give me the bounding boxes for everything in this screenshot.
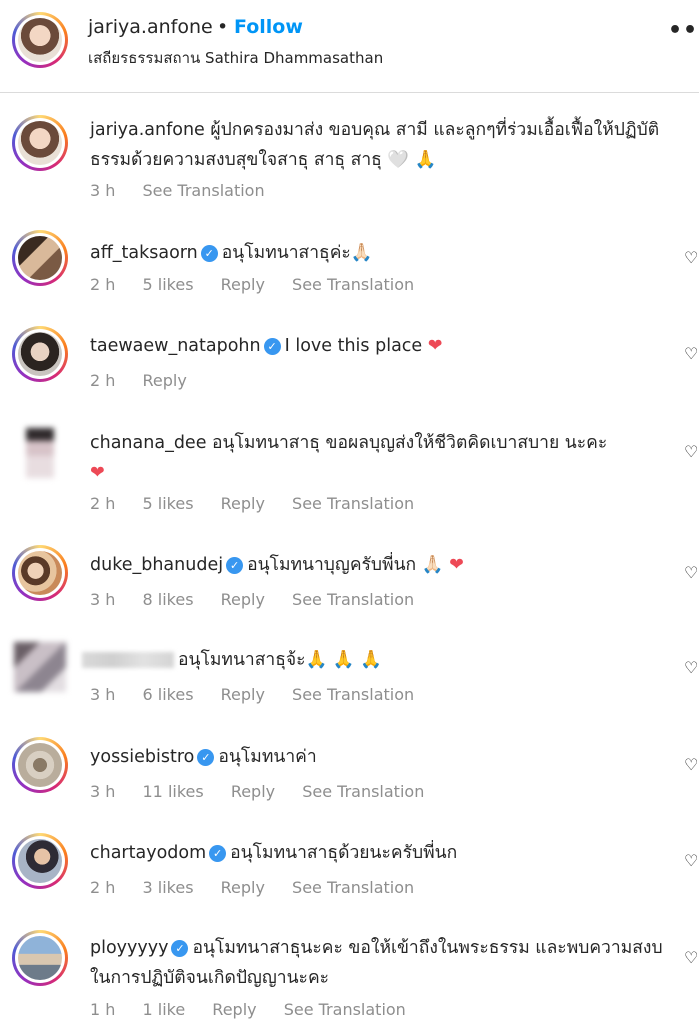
comment-username[interactable]: aff_taksaorn (90, 243, 198, 263)
comment-body: อนุโมทนาค่า (218, 747, 317, 767)
comment-time: 3 h (90, 590, 116, 609)
follow-button[interactable]: Follow (234, 16, 303, 38)
comment-username[interactable]: taewaew_natapohn (90, 336, 261, 356)
likes-count[interactable]: 8 likes (143, 590, 194, 609)
verified-badge-icon: ✓ (263, 338, 281, 355)
comment-username[interactable]: chartayodom (90, 843, 206, 863)
reply-button[interactable]: Reply (231, 782, 275, 801)
header-avatar[interactable] (12, 12, 68, 68)
verified-badge-icon: ✓ (209, 845, 227, 862)
verified-badge-icon: ✓ (200, 245, 218, 262)
comment-meta: 2 h 3 likes Reply See Translation (90, 878, 436, 897)
comment-time: 2 h (90, 275, 116, 294)
comment-body: อนุโมทนาสาธุ ขอผลบุญส่งให้ชีวิตคิดเบาสบา… (212, 433, 608, 453)
comment-text: อนุโมทนาสาธุจ้ะ🙏 🙏 🙏 (82, 645, 662, 675)
likes-count[interactable]: 5 likes (143, 275, 194, 294)
comment-body: อนุโมทนาสาธุจ้ะ🙏 🙏 🙏 (178, 650, 383, 670)
likes-count[interactable]: 11 likes (143, 782, 204, 801)
verified-badge-icon: ✓ (226, 557, 244, 574)
avatar[interactable] (12, 326, 68, 382)
avatar[interactable] (12, 115, 68, 171)
comment-time: 3 h (90, 685, 116, 704)
comment-meta: 3 h See Translation (90, 181, 287, 200)
comment-meta: 2 h Reply (90, 371, 209, 390)
more-options-icon[interactable]: ••• (668, 18, 699, 43)
comment-text: yossiebistro ✓ อนุโมทนาค่า (90, 742, 670, 772)
avatar[interactable] (12, 640, 68, 696)
comment-username[interactable]: duke_bhanudej (90, 555, 223, 575)
comment-meta: 3 h 11 likes Reply See Translation (90, 782, 446, 801)
comment-time: 2 h (90, 494, 116, 513)
comment-time: 2 h (90, 371, 116, 390)
like-heart-icon[interactable]: ♡ (684, 563, 698, 582)
blurred-username[interactable] (82, 652, 174, 668)
comment-text: chartayodom ✓ อนุโมทนาสาธุด้วยนะครับพี่นก (90, 838, 670, 868)
avatar[interactable] (12, 428, 68, 484)
comment-meta: 2 h 5 likes Reply See Translation (90, 275, 436, 294)
reply-button[interactable]: Reply (221, 494, 265, 513)
comment-text: ployyyyy ✓ อนุโมทนาสาธุนะคะ ขอให้เข้าถึงใน… (90, 933, 670, 993)
comment-username[interactable]: jariya.anfone (90, 120, 205, 140)
see-translation-button[interactable]: See Translation (284, 1000, 406, 1019)
like-heart-icon[interactable]: ♡ (684, 851, 698, 870)
comment-body: อนุโมทนาสาธุค่ะ🙏🏻 (221, 243, 373, 263)
avatar[interactable] (12, 545, 68, 601)
comment-time: 3 h (90, 181, 116, 200)
red-heart-emoji: ❤ (427, 336, 443, 356)
see-translation-button[interactable]: See Translation (292, 494, 414, 513)
likes-count[interactable]: 1 like (143, 1000, 186, 1019)
red-heart-emoji: ❤ (449, 555, 464, 575)
like-heart-icon[interactable]: ♡ (684, 248, 698, 267)
see-translation-button[interactable]: See Translation (292, 685, 414, 704)
like-heart-icon[interactable]: ♡ (684, 442, 698, 461)
like-heart-icon[interactable]: ♡ (684, 658, 698, 677)
likes-count[interactable]: 6 likes (143, 685, 194, 704)
comment-username[interactable]: ployyyyy (90, 938, 168, 958)
like-heart-icon[interactable]: ♡ (684, 948, 698, 967)
verified-badge-icon: ✓ (171, 940, 189, 957)
reply-button[interactable]: Reply (143, 371, 187, 390)
post-header: jariya.anfone • Follow เสถียรธรรมสถาน Sa… (0, 0, 699, 93)
comment-body: I love this place (284, 336, 423, 356)
see-translation-button[interactable]: See Translation (302, 782, 424, 801)
like-heart-icon[interactable]: ♡ (684, 344, 698, 363)
comment-time: 3 h (90, 782, 116, 801)
avatar[interactable] (12, 833, 68, 889)
see-translation-button[interactable]: See Translation (292, 878, 414, 897)
comment-body: อนุโมทนาสาธุด้วยนะครับพี่นก (230, 843, 458, 863)
avatar[interactable] (12, 737, 68, 793)
comment-text: aff_taksaorn ✓ อนุโมทนาสาธุค่ะ🙏🏻 (90, 238, 670, 268)
comment-time: 2 h (90, 878, 116, 897)
header-username[interactable]: jariya.anfone (88, 16, 213, 38)
reply-button[interactable]: Reply (221, 878, 265, 897)
comment-meta: 3 h 6 likes Reply See Translation (90, 685, 436, 704)
see-translation-button[interactable]: See Translation (143, 181, 265, 200)
comment-text: taewaew_natapohn ✓ I love this place ❤ (90, 331, 670, 361)
see-translation-button[interactable]: See Translation (292, 275, 414, 294)
likes-count[interactable]: 3 likes (143, 878, 194, 897)
reply-button[interactable]: Reply (212, 1000, 256, 1019)
reply-button[interactable]: Reply (221, 275, 265, 294)
comment-time: 1 h (90, 1000, 116, 1019)
reply-button[interactable]: Reply (221, 590, 265, 609)
likes-count[interactable]: 5 likes (143, 494, 194, 513)
comment-meta: 2 h 5 likes Reply See Translation (90, 494, 436, 513)
like-heart-icon[interactable]: ♡ (684, 755, 698, 774)
location-link[interactable]: เสถียรธรรมสถาน Sathira Dhammasathan (88, 46, 383, 70)
comment-meta: 3 h 8 likes Reply See Translation (90, 590, 436, 609)
avatar[interactable] (12, 930, 68, 986)
comment-username[interactable]: yossiebistro (90, 747, 194, 767)
comment-text: chanana_dee อนุโมทนาสาธุ ขอผลบุญส่งให้ชี… (90, 428, 670, 488)
red-heart-emoji: ❤ (90, 463, 105, 483)
comment-username[interactable]: chanana_dee (90, 433, 206, 453)
comment-text: jariya.anfone ผู้ปกครองมาส่ง ขอบคุณ สามี… (90, 115, 670, 175)
separator-dot: • (217, 16, 229, 38)
comment-meta: 1 h 1 like Reply See Translation (90, 1000, 428, 1019)
reply-button[interactable]: Reply (221, 685, 265, 704)
see-translation-button[interactable]: See Translation (292, 590, 414, 609)
verified-badge-icon: ✓ (197, 749, 215, 766)
avatar[interactable] (12, 230, 68, 286)
comment-text: duke_bhanudej ✓ อนุโมทนาบุญครับพี่นก 🙏🏻 ❤ (90, 550, 670, 580)
comment-body: อนุโมทนาบุญครับพี่นก 🙏🏻 (247, 555, 444, 575)
